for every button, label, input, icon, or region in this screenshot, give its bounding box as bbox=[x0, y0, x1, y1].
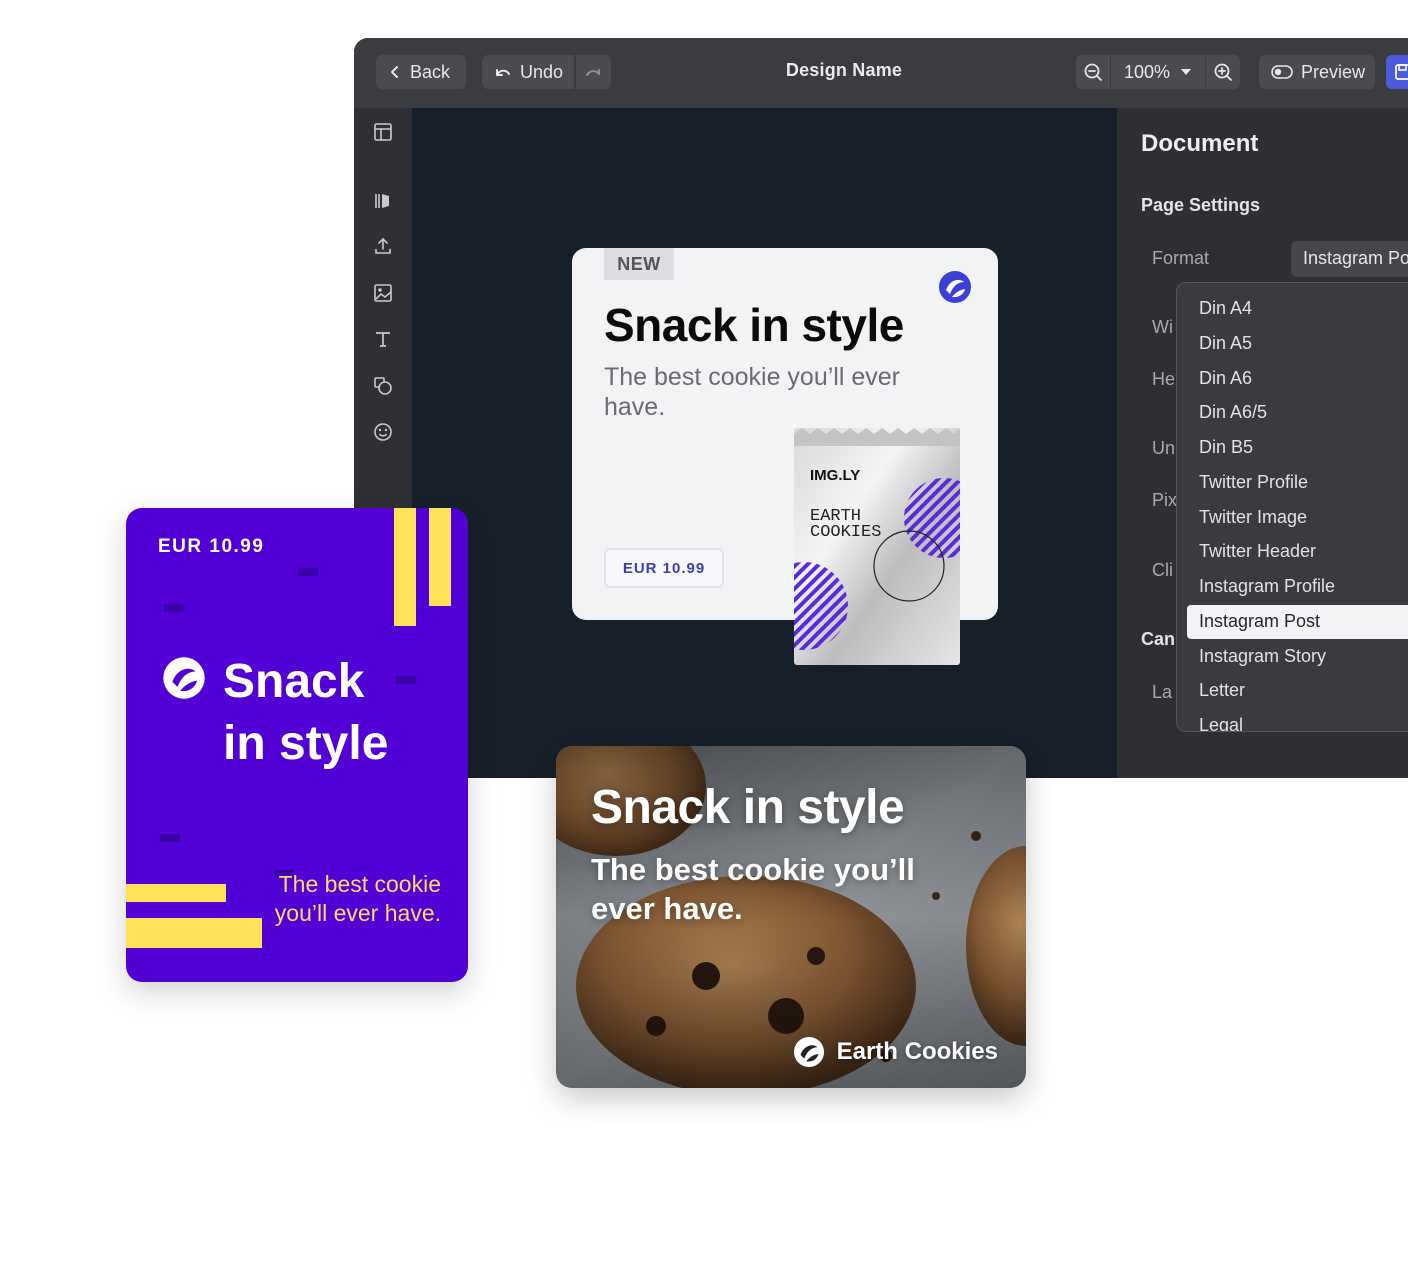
format-option[interactable]: Instagram Profile bbox=[1177, 570, 1408, 604]
redo-button[interactable] bbox=[576, 55, 611, 89]
decor-bar bbox=[429, 508, 451, 606]
ad-title: Snack in style bbox=[591, 781, 905, 834]
brand-logo-icon bbox=[163, 657, 205, 699]
format-option[interactable]: Letter bbox=[1177, 674, 1408, 708]
clip-label: Cli bbox=[1152, 560, 1173, 580]
ad-subtitle: The best cookie you’ll ever have. bbox=[591, 852, 915, 926]
decor-bar bbox=[126, 884, 226, 902]
ad-subtitle: The best cookie you’ll ever have. bbox=[604, 363, 900, 421]
zoom-out-icon bbox=[1084, 63, 1102, 81]
brand-signature: Earth Cookies bbox=[793, 1036, 998, 1068]
format-option[interactable]: Legal bbox=[1177, 709, 1408, 731]
unit-label: Un bbox=[1152, 438, 1176, 458]
ad-title-line1: Snack bbox=[223, 655, 365, 708]
design-name[interactable]: Design Name bbox=[734, 60, 954, 81]
brand-logo-icon bbox=[939, 271, 971, 303]
preview-button[interactable]: Preview bbox=[1259, 55, 1375, 89]
format-option[interactable]: Din A6/5 bbox=[1177, 396, 1408, 430]
price-tag: EUR 10.99 bbox=[158, 536, 265, 557]
format-dropdown: Din A4 Din A5 Din A6 Din A6/5 Din B5 Twi… bbox=[1176, 282, 1408, 732]
decor-dash bbox=[164, 604, 184, 612]
brand-name: Earth Cookies bbox=[836, 1038, 998, 1065]
format-option[interactable]: Din B5 bbox=[1177, 431, 1408, 465]
caret-down-icon bbox=[1181, 69, 1192, 75]
library-icon[interactable] bbox=[372, 190, 394, 212]
format-option[interactable]: Twitter Image bbox=[1177, 501, 1408, 535]
ad-subtitle: The best cookie you’ll ever have. bbox=[274, 871, 441, 926]
zoom-in-icon bbox=[1214, 63, 1232, 81]
format-option[interactable]: Din A4 bbox=[1177, 292, 1408, 326]
decor-dash bbox=[396, 676, 416, 684]
back-label: Back bbox=[410, 61, 451, 82]
brand-logo-icon bbox=[793, 1036, 824, 1068]
preview-label: Preview bbox=[1301, 61, 1366, 82]
decor-dash bbox=[298, 568, 318, 576]
zoom-in-button[interactable] bbox=[1206, 55, 1240, 89]
save-icon bbox=[1395, 64, 1408, 80]
new-badge: NEW bbox=[604, 248, 674, 280]
format-label: Format bbox=[1152, 248, 1210, 268]
ad-title-line2: in style bbox=[223, 717, 389, 770]
eye-toggle-icon bbox=[1271, 65, 1293, 79]
pouch-brand: IMG.LY bbox=[810, 467, 860, 484]
pixel-label: Pix bbox=[1152, 490, 1178, 510]
format-option[interactable]: Din A6 bbox=[1177, 362, 1408, 396]
photo-ad-card[interactable]: Snack in style The best cookie you’ll ev… bbox=[556, 746, 1026, 1088]
page-settings-heading: Page Settings bbox=[1141, 195, 1261, 215]
pouch-product-line2: COOKIES bbox=[810, 523, 881, 542]
format-option[interactable]: Din A5 bbox=[1177, 327, 1408, 361]
editor-toolbar: Back Undo Design Name 100% Preview bbox=[354, 38, 1408, 108]
save-button[interactable] bbox=[1386, 55, 1408, 89]
upload-icon[interactable] bbox=[372, 235, 394, 257]
format-option-selected[interactable]: Instagram Post bbox=[1187, 605, 1408, 639]
zoom-level-select[interactable]: 100% bbox=[1111, 55, 1205, 89]
format-option[interactable]: Instagram Story bbox=[1177, 640, 1408, 674]
image-icon[interactable] bbox=[372, 282, 394, 304]
undo-button[interactable]: Undo bbox=[482, 55, 574, 89]
layout-label: La bbox=[1152, 682, 1173, 702]
redo-icon bbox=[586, 69, 600, 76]
canvas-section-heading: Can bbox=[1141, 629, 1176, 649]
sticker-icon[interactable] bbox=[372, 421, 394, 443]
zoom-out-button[interactable] bbox=[1076, 55, 1110, 89]
purple-ad-card[interactable]: EUR 10.99 Snack in style The best cookie… bbox=[126, 508, 468, 982]
chevron-left-icon bbox=[391, 66, 398, 78]
undo-icon bbox=[496, 69, 510, 76]
format-option[interactable]: Twitter Header bbox=[1177, 535, 1408, 569]
format-option[interactable]: Twitter Profile bbox=[1177, 466, 1408, 500]
ad-title: Snack in style bbox=[604, 299, 904, 351]
marketing-composition: Back Undo Design Name 100% Preview Docum… bbox=[0, 0, 1408, 1280]
light-ad-card[interactable]: NEW Snack in style The best cookie you’l… bbox=[572, 248, 998, 665]
zoom-controls: 100% bbox=[1076, 55, 1240, 89]
back-button[interactable]: Back bbox=[376, 55, 466, 89]
undo-label: Undo bbox=[520, 61, 564, 82]
shapes-icon[interactable] bbox=[372, 375, 394, 397]
format-select[interactable]: Instagram Po bbox=[1291, 241, 1408, 277]
zoom-level: 100% bbox=[1123, 61, 1171, 82]
decor-dash bbox=[160, 834, 180, 842]
text-icon[interactable] bbox=[372, 328, 394, 350]
product-pouch-image: IMG.LY EARTH COOKIES bbox=[794, 428, 960, 665]
height-label: He bbox=[1152, 369, 1176, 389]
layout-icon[interactable] bbox=[372, 121, 394, 143]
decor-bar bbox=[394, 508, 416, 626]
width-label: Wi bbox=[1152, 317, 1173, 337]
panel-title: Document bbox=[1141, 130, 1259, 157]
price-tag: EUR 10.99 bbox=[604, 548, 724, 588]
